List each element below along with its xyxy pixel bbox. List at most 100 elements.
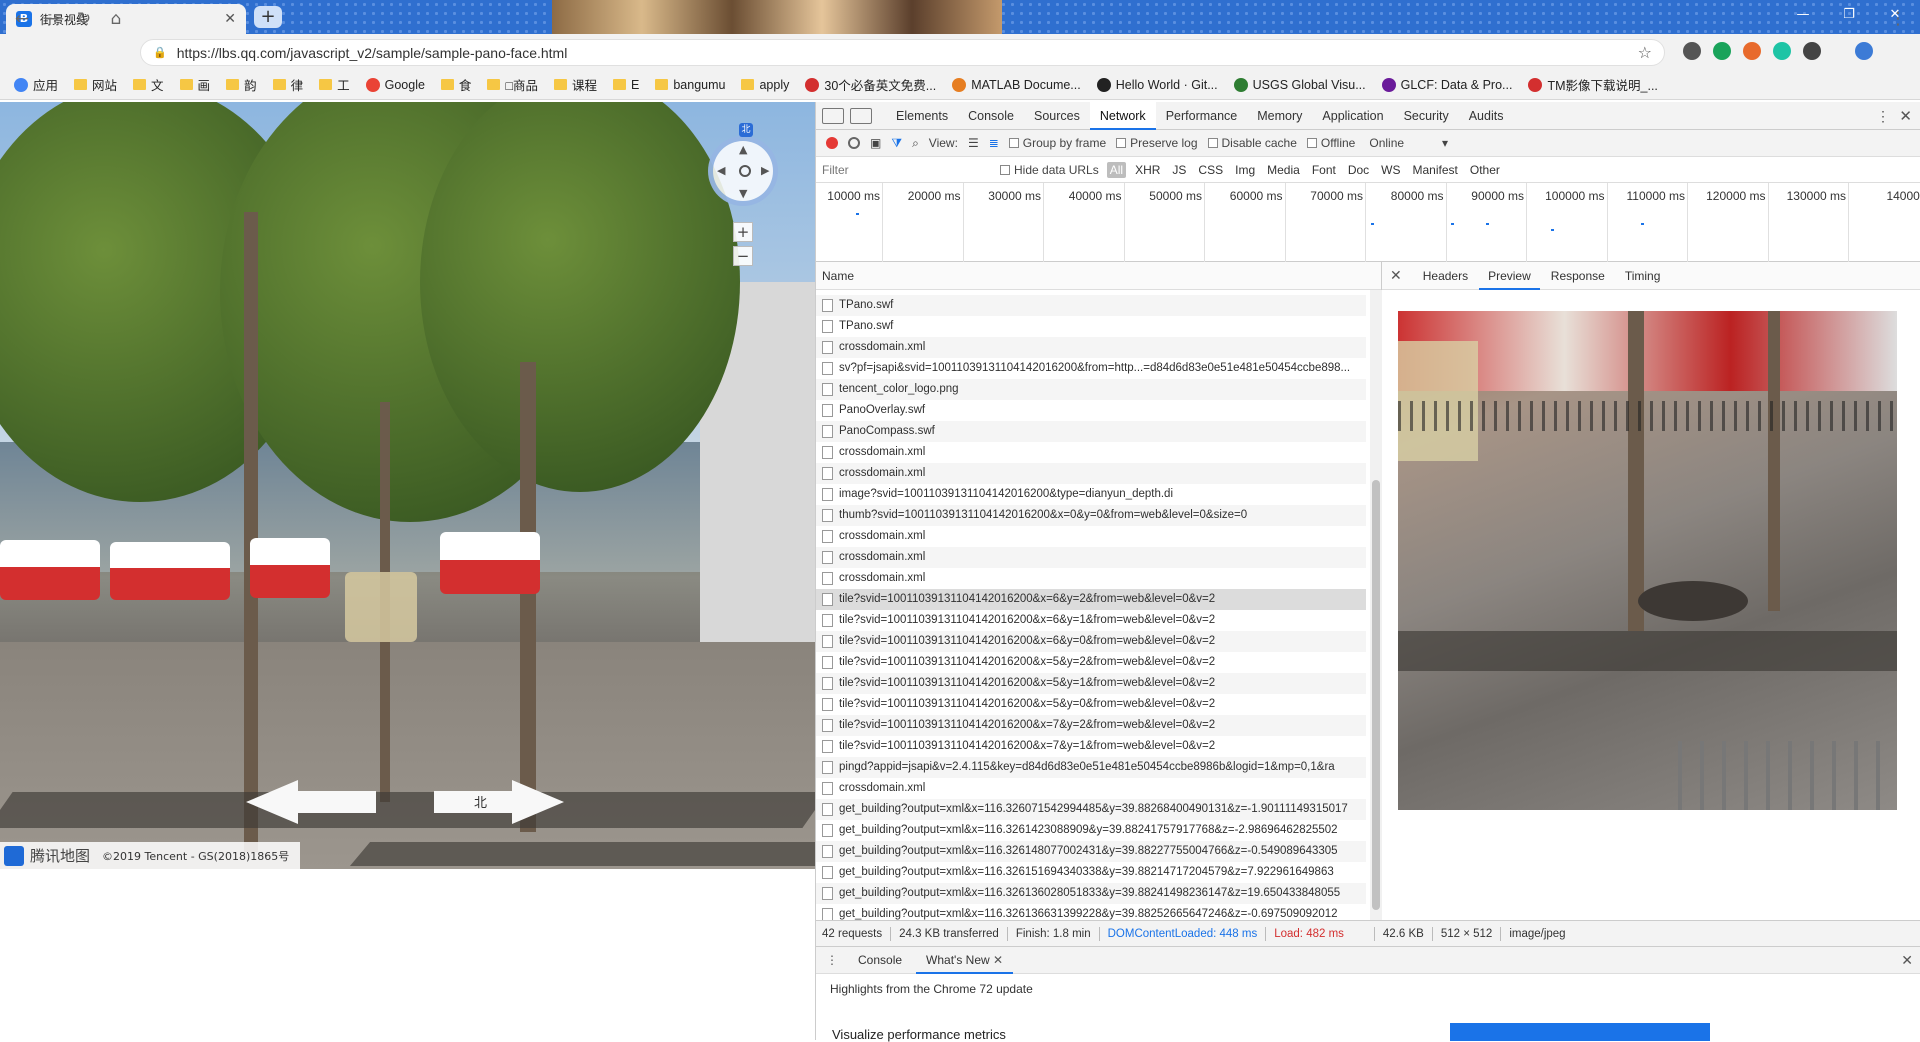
record-icon[interactable] — [826, 137, 838, 149]
devtools-close-icon[interactable]: ✕ — [1899, 107, 1912, 125]
home-icon[interactable]: ⌂ — [104, 8, 128, 30]
detail-tab-timing[interactable]: Timing — [1616, 262, 1670, 290]
devtools-menu-icon[interactable]: ⋮ — [1876, 108, 1890, 125]
tab-close-icon[interactable]: ✕ — [990, 953, 1003, 967]
drawer-menu-icon[interactable]: ⋮ — [826, 953, 838, 967]
devtools-tab-network[interactable]: Network — [1090, 102, 1156, 130]
table-row[interactable]: image?svid=10011039131104142016200&type=… — [816, 484, 1366, 505]
table-row[interactable]: TPano.swf — [816, 295, 1366, 316]
bookmark-item[interactable]: bangumu — [655, 78, 725, 92]
bookmark-item[interactable]: 律 — [273, 75, 304, 94]
table-row[interactable]: crossdomain.xml — [816, 337, 1366, 358]
forward-icon[interactable]: → — [40, 8, 64, 30]
url-text[interactable]: https://lbs.qq.com/javascript_v2/sample/… — [177, 45, 1628, 61]
filter-type-doc[interactable]: Doc — [1345, 162, 1372, 178]
compass-down-icon[interactable]: ▼ — [739, 187, 747, 200]
devtools-tab-security[interactable]: Security — [1394, 102, 1459, 130]
bookmark-item[interactable]: Hello World · Git... — [1097, 78, 1218, 92]
compass-up-icon[interactable]: ▲ — [739, 143, 747, 156]
offline-checkbox[interactable]: Offline — [1307, 136, 1355, 150]
devtools-tab-sources[interactable]: Sources — [1024, 102, 1090, 130]
table-row[interactable]: PanoCompass.swf — [816, 421, 1366, 442]
table-row[interactable]: get_building?output=xml&x=116.3261423088… — [816, 820, 1366, 841]
hide-data-urls-checkbox[interactable]: Hide data URLs — [1000, 163, 1099, 177]
inspect-element-icon[interactable] — [822, 108, 844, 124]
table-row[interactable]: TPano.swf — [816, 316, 1366, 337]
bookmark-item[interactable]: 文 — [133, 75, 164, 94]
search-icon[interactable]: ⌕ — [912, 136, 919, 151]
bookmark-item[interactable]: apply — [741, 78, 789, 92]
detail-tab-headers[interactable]: Headers — [1414, 262, 1477, 290]
table-row[interactable]: tile?svid=10011039131104142016200&x=7&y=… — [816, 736, 1366, 757]
pano-compass[interactable]: 北 ▲ ▼ ◀ ▶ — [708, 136, 778, 206]
bookmark-item[interactable]: Google — [366, 78, 425, 92]
request-list-scrollbar[interactable] — [1370, 290, 1382, 920]
preserve-log-checkbox[interactable]: Preserve log — [1116, 136, 1197, 150]
extension-icon[interactable] — [1683, 42, 1701, 60]
filter-type-img[interactable]: Img — [1232, 162, 1258, 178]
table-row[interactable]: tencent_color_logo.png — [816, 379, 1366, 400]
bookmark-item[interactable]: 食 — [441, 75, 472, 94]
minimize-button[interactable]: — — [1780, 0, 1826, 34]
table-row[interactable]: sv?pf=jsapi&svid=10011039131104142016200… — [816, 358, 1366, 379]
street-view-panorama[interactable]: 北 — [0, 102, 815, 869]
filter-type-ws[interactable]: WS — [1378, 162, 1403, 178]
bookmark-item[interactable]: □商品 — [487, 75, 538, 94]
compass-left-icon[interactable]: ◀ — [717, 164, 725, 177]
bookmark-item[interactable]: 韵 — [226, 75, 257, 94]
compass-center-icon[interactable] — [739, 165, 751, 177]
table-row[interactable]: tile?svid=10011039131104142016200&x=5&y=… — [816, 652, 1366, 673]
table-row[interactable]: get_building?output=xml&x=116.3261360280… — [816, 883, 1366, 904]
table-row[interactable]: PanoOverlay.swf — [816, 400, 1366, 421]
bookmark-star-icon[interactable]: ☆ — [1638, 43, 1652, 62]
list-view-icon[interactable]: ☰ — [968, 136, 979, 150]
lock-icon[interactable]: 🔒 — [153, 46, 167, 59]
detail-tab-preview[interactable]: Preview — [1479, 262, 1540, 290]
bookmark-item[interactable]: MATLAB Docume... — [952, 78, 1081, 92]
name-column-header[interactable]: Name — [816, 262, 1381, 290]
filter-type-other[interactable]: Other — [1467, 162, 1503, 178]
table-row[interactable]: crossdomain.xml — [816, 568, 1366, 589]
bookmark-item[interactable]: GLCF: Data & Pro... — [1382, 78, 1513, 92]
table-row[interactable]: crossdomain.xml — [816, 526, 1366, 547]
table-row[interactable]: get_building?output=xml&x=116.3261516943… — [816, 862, 1366, 883]
tab-close-icon[interactable]: ✕ — [224, 11, 236, 27]
detail-tab-response[interactable]: Response — [1542, 262, 1614, 290]
address-bar[interactable]: 🔒 https://lbs.qq.com/javascript_v2/sampl… — [140, 39, 1665, 66]
filter-input[interactable] — [822, 161, 992, 179]
group-by-frame-checkbox[interactable]: Group by frame — [1009, 136, 1106, 150]
filter-type-xhr[interactable]: XHR — [1132, 162, 1163, 178]
devtools-tab-elements[interactable]: Elements — [886, 102, 958, 130]
network-overview-timeline[interactable]: 10000 ms20000 ms30000 ms40000 ms50000 ms… — [816, 183, 1920, 262]
table-row[interactable]: get_building?output=xml&x=116.3260715429… — [816, 799, 1366, 820]
filter-type-js[interactable]: JS — [1169, 162, 1189, 178]
drawer-tab-what-s-new[interactable]: What's New ✕ — [916, 947, 1013, 974]
table-row[interactable]: tile?svid=10011039131104142016200&x=6&y=… — [816, 589, 1366, 610]
close-detail-icon[interactable]: ✕ — [1390, 267, 1402, 284]
menu-kebab-icon[interactable]: ⋮ — [1886, 8, 1910, 30]
table-row[interactable]: tile?svid=10011039131104142016200&x=5&y=… — [816, 673, 1366, 694]
profile-avatar-icon[interactable] — [1855, 42, 1873, 60]
devtools-tab-console[interactable]: Console — [958, 102, 1024, 130]
bookmark-item[interactable]: USGS Global Visu... — [1234, 78, 1366, 92]
devtools-tab-performance[interactable]: Performance — [1156, 102, 1248, 130]
bookmark-item[interactable]: E — [613, 78, 639, 92]
table-row[interactable]: tile?svid=10011039131104142016200&x=6&y=… — [816, 610, 1366, 631]
screenshot-icon[interactable]: ▣ — [870, 136, 881, 150]
table-row[interactable]: tile?svid=10011039131104142016200&x=5&y=… — [816, 694, 1366, 715]
drawer-tab-console[interactable]: Console — [848, 947, 912, 974]
bookmark-item[interactable]: TM影像下载说明_... — [1528, 75, 1657, 94]
grammarly-icon[interactable] — [1713, 42, 1731, 60]
table-row[interactable]: tile?svid=10011039131104142016200&x=6&y=… — [816, 631, 1366, 652]
drawer-close-icon[interactable]: ✕ — [1901, 952, 1913, 969]
table-row[interactable]: thumb?svid=10011039131104142016200&x=0&y… — [816, 505, 1366, 526]
chevron-down-icon[interactable]: ▾ — [1442, 136, 1448, 150]
filter-type-font[interactable]: Font — [1309, 162, 1339, 178]
filter-icon[interactable]: ⧩ — [891, 136, 902, 151]
restore-button[interactable]: ❐ — [1826, 0, 1872, 34]
bookmark-item[interactable]: 应用 — [14, 75, 58, 94]
bookmark-item[interactable]: 工 — [319, 75, 350, 94]
device-toolbar-icon[interactable] — [850, 108, 872, 124]
throttle-select[interactable]: Online — [1369, 136, 1404, 150]
disable-cache-checkbox[interactable]: Disable cache — [1208, 136, 1297, 150]
